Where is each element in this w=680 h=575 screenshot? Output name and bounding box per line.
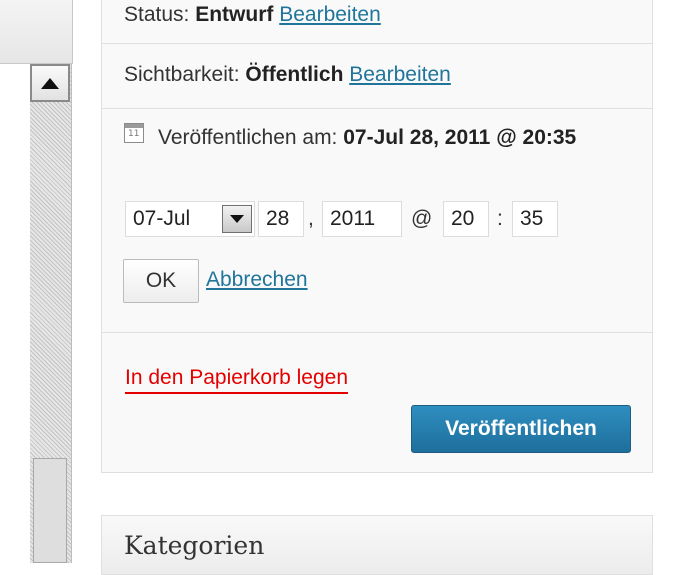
minute-input[interactable]: 35	[512, 201, 558, 237]
left-panel-header	[0, 0, 73, 64]
time-separator: :	[497, 207, 503, 230]
move-to-trash-link[interactable]: In den Papierkorb legen	[125, 366, 348, 394]
status-label: Status:	[124, 3, 190, 26]
scroll-up-button[interactable]	[30, 64, 70, 102]
categories-box: Kategorien	[101, 515, 653, 575]
dropdown-arrow[interactable]	[222, 205, 252, 233]
publish-button[interactable]: Veröffentlichen	[411, 405, 631, 453]
chevron-down-icon	[230, 215, 244, 223]
month-select[interactable]: 07-Jul	[125, 201, 255, 237]
year-input[interactable]: 2011	[322, 201, 402, 237]
vertical-scrollbar[interactable]	[30, 64, 72, 563]
minute-input-value: 35	[520, 207, 544, 230]
year-input-value: 2011	[330, 207, 376, 230]
hour-input-value: 20	[451, 207, 475, 230]
status-row: Status: Entwurf Bearbeiten	[102, 0, 652, 44]
edit-status-link[interactable]: Bearbeiten	[279, 3, 381, 26]
hour-input[interactable]: 20	[443, 201, 489, 237]
arrow-up-icon	[41, 77, 59, 89]
visibility-label: Sichtbarkeit:	[124, 63, 240, 86]
ok-button[interactable]: OK	[123, 259, 199, 303]
day-separator: ,	[308, 207, 314, 230]
at-separator: @	[411, 207, 433, 230]
publish-date-label: Veröffentlichen am:	[158, 126, 338, 149]
month-select-value: 07-Jul	[133, 207, 191, 230]
visibility-row: Sichtbarkeit: Öffentlich Bearbeiten	[102, 44, 652, 109]
day-input-value: 28	[266, 207, 290, 230]
day-input[interactable]: 28	[258, 201, 304, 237]
scroll-thumb[interactable]	[33, 458, 67, 563]
edit-visibility-link[interactable]: Bearbeiten	[349, 63, 451, 86]
cancel-link[interactable]: Abbrechen	[206, 268, 308, 292]
publish-date-value: 07-Jul 28, 2011 @ 20:35	[343, 126, 577, 149]
visibility-value: Öffentlich	[245, 63, 344, 86]
status-value: Entwurf	[195, 3, 274, 26]
categories-title[interactable]: Kategorien	[124, 531, 264, 560]
